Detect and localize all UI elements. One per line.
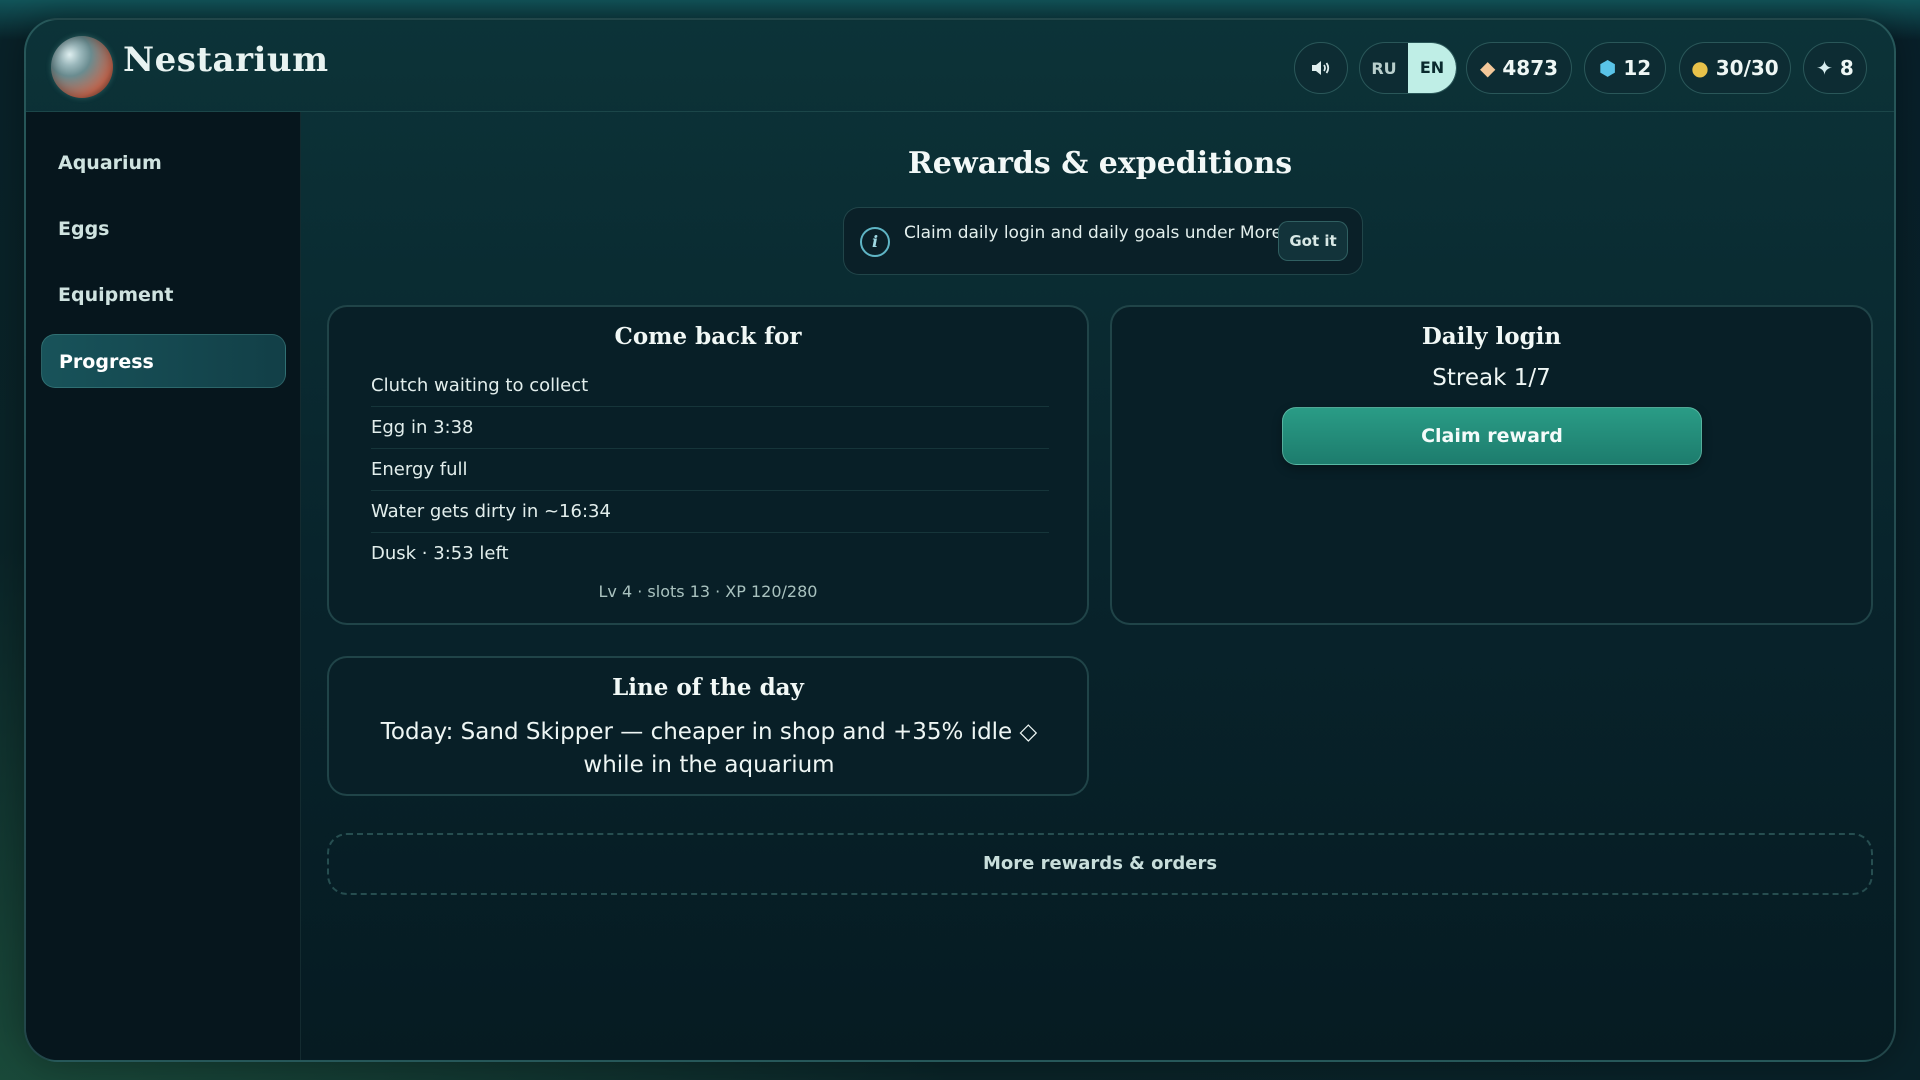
list-item: Egg in 3:38 bbox=[371, 407, 1049, 449]
resource-value: 8 bbox=[1839, 56, 1854, 80]
page-title: Rewards & expeditions bbox=[907, 146, 1293, 181]
sound-button[interactable] bbox=[1294, 42, 1348, 94]
coin-icon: ● bbox=[1691, 56, 1709, 80]
sidebar-item-eggs[interactable]: Eggs bbox=[41, 202, 286, 256]
level-meta: Lv 4 · slots 13 · XP 120/280 bbox=[598, 582, 818, 601]
come-back-list: Clutch waiting to collect Egg in 3:38 En… bbox=[371, 365, 1049, 575]
sidebar: Aquarium Eggs Equipment Progress bbox=[26, 112, 301, 1060]
cube-icon: ⬢ bbox=[1598, 56, 1617, 80]
got-it-button[interactable]: Got it bbox=[1278, 221, 1348, 261]
more-rewards-button[interactable]: More rewards & orders bbox=[327, 833, 1873, 895]
card-title: Come back for bbox=[614, 323, 802, 350]
resource-value: 12 bbox=[1623, 56, 1652, 80]
line-of-day-text: Today: Sand Skipper — cheaper in shop an… bbox=[380, 719, 1038, 778]
info-tip: i Claim daily login and daily goals unde… bbox=[843, 207, 1363, 275]
sidebar-item-equipment[interactable]: Equipment bbox=[41, 268, 286, 322]
card-title: Daily login bbox=[1421, 323, 1562, 350]
app-title: Nestarium bbox=[123, 40, 329, 80]
star-icon: ✦ bbox=[1816, 56, 1833, 80]
lang-en-button[interactable]: EN bbox=[1408, 43, 1456, 93]
header: Nestarium RU EN ◆ 4873 ⬢ 12 ● 30/30 ✦ 8 bbox=[26, 20, 1894, 112]
card-title: Line of the day bbox=[612, 674, 804, 701]
resource-cubes: ⬢ 12 bbox=[1584, 42, 1666, 94]
claim-reward-button[interactable]: Claim reward bbox=[1282, 407, 1702, 465]
language-switch: RU EN bbox=[1359, 42, 1457, 94]
lang-ru-button[interactable]: RU bbox=[1360, 59, 1408, 78]
sidebar-item-aquarium[interactable]: Aquarium bbox=[41, 136, 286, 190]
speaker-icon bbox=[1312, 61, 1330, 75]
daily-login-card: Daily login Streak 1/7 Claim reward bbox=[1110, 305, 1873, 625]
resource-stars: ✦ 8 bbox=[1803, 42, 1867, 94]
resource-value: 30/30 bbox=[1715, 56, 1779, 80]
resource-value: 4873 bbox=[1502, 56, 1559, 80]
resource-energy: ● 30/30 bbox=[1679, 42, 1791, 94]
list-item: Water gets dirty in ~16:34 bbox=[371, 491, 1049, 533]
list-item: Dusk · 3:53 left bbox=[371, 543, 509, 564]
resource-diamonds: ◆ 4873 bbox=[1466, 42, 1572, 94]
sidebar-item-progress[interactable]: Progress bbox=[41, 334, 286, 388]
info-icon: i bbox=[860, 227, 890, 257]
list-item: Clutch waiting to collect bbox=[371, 365, 1049, 407]
diamond-icon: ◆ bbox=[1479, 56, 1496, 80]
line-of-day-card: Line of the day Today: Sand Skipper — ch… bbox=[327, 656, 1089, 796]
logo-orb-icon bbox=[51, 36, 113, 98]
main-content: Rewards & expeditions i Claim daily logi… bbox=[302, 112, 1894, 1060]
streak-text: Streak 1/7 bbox=[1432, 365, 1551, 391]
come-back-card: Come back for Clutch waiting to collect … bbox=[327, 305, 1089, 625]
list-item: Energy full bbox=[371, 449, 1049, 491]
app-window: Nestarium RU EN ◆ 4873 ⬢ 12 ● 30/30 ✦ 8 bbox=[24, 18, 1896, 1062]
tip-text: Claim daily login and daily goals under … bbox=[904, 223, 1288, 243]
